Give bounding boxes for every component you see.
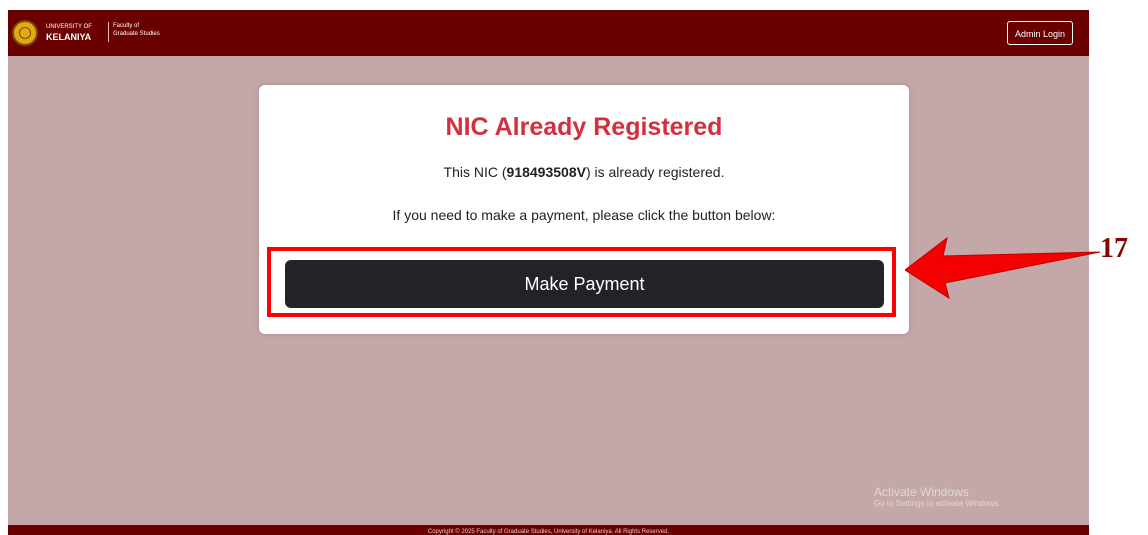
nic-value: 918493508V [506, 164, 586, 180]
annotation-arrow-icon [905, 236, 1100, 300]
activate-windows-watermark: Activate Windows Go to Settings to activ… [874, 485, 1000, 508]
nic-message-prefix: This NIC ( [443, 164, 507, 180]
brand-logo[interactable]: UNIVERSITY OF KELANIYA [46, 22, 92, 42]
nic-message-suffix: ) is already registered. [585, 164, 725, 180]
faculty-line2: Graduate Studies [113, 31, 160, 37]
make-payment-button[interactable]: Make Payment [285, 260, 884, 308]
brand-university-text: UNIVERSITY OF [46, 24, 92, 30]
brand-divider [108, 22, 109, 42]
brand-kelaniya-text: KELANIYA [46, 32, 92, 42]
nic-message: This NIC (918493508V) is already registe… [259, 164, 909, 180]
university-seal-icon [12, 20, 38, 46]
footer-copyright: Copyright © 2025 Faculty of Graduate Stu… [427, 529, 670, 535]
payment-instruction: If you need to make a payment, please cl… [392, 207, 776, 223]
top-navbar: UNIVERSITY OF KELANIYA Faculty of Gradua… [8, 10, 1089, 56]
faculty-name: Faculty of Graduate Studies [113, 22, 160, 38]
page-title: NIC Already Registered [445, 113, 723, 141]
nic-registered-card: NIC Already Registered This NIC (9184935… [259, 85, 909, 334]
admin-login-button[interactable]: Admin Login [1006, 21, 1073, 45]
watermark-subtitle: Go to Settings to activate Windows. [874, 499, 1001, 508]
faculty-line1: Faculty of [113, 23, 140, 29]
watermark-title: Activate Windows [874, 485, 969, 499]
page-footer: Copyright © 2025 Faculty of Graduate Stu… [8, 525, 1089, 535]
annotation-step-number: 17 [1100, 233, 1128, 264]
